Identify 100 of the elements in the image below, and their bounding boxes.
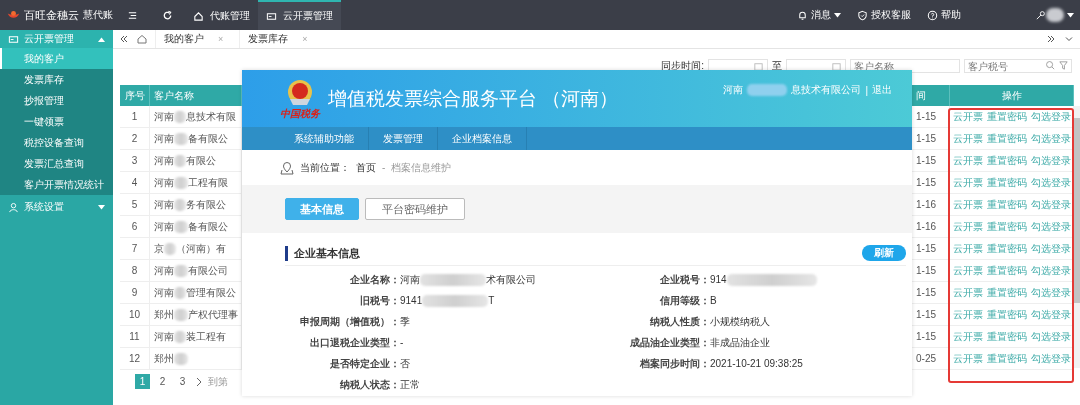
sidebar-item[interactable]: 客户开票情况统计 <box>0 174 113 195</box>
header-link[interactable]: 授权客服 <box>857 8 911 22</box>
section-title: 企业基本信息 <box>285 245 360 261</box>
avatar[interactable] <box>1046 8 1064 22</box>
calendar-icon[interactable] <box>831 60 842 72</box>
tax-number-field[interactable]: 客户税号 <box>964 59 1072 73</box>
action-link[interactable]: 重置密码 <box>986 285 1027 300</box>
page-button[interactable]: 1 <box>135 374 150 389</box>
breadcrumb-separator: - <box>382 162 386 173</box>
action-link[interactable]: 云开票 <box>952 175 983 190</box>
action-link[interactable]: 重置密码 <box>986 109 1027 124</box>
table-cell: 6 <box>120 216 150 238</box>
action-link[interactable]: 勾选登录 <box>1030 197 1071 212</box>
action-link[interactable]: 云开票 <box>952 219 983 234</box>
column-header: 操作 <box>950 85 1074 106</box>
redaction-blur <box>174 220 188 233</box>
page-tab[interactable]: 发票库存 × <box>239 30 316 48</box>
sidebar-item[interactable]: 发票汇总查询 <box>0 153 113 174</box>
home-icon[interactable] <box>137 34 147 44</box>
scrollbar[interactable] <box>1074 106 1080 368</box>
nav-item[interactable]: 企业档案信息 <box>438 127 527 150</box>
table-cell: 息技术有限 <box>186 109 236 124</box>
refresh-button[interactable] <box>162 9 173 21</box>
close-icon[interactable]: × <box>218 34 224 44</box>
action-link[interactable]: 云开票 <box>952 329 983 344</box>
action-link[interactable]: 云开票 <box>952 153 983 168</box>
field-value: 术有限公司 <box>486 272 536 287</box>
action-link[interactable]: 重置密码 <box>986 219 1027 234</box>
action-link[interactable]: 云开票 <box>952 307 983 322</box>
action-link[interactable]: 勾选登录 <box>1030 109 1071 124</box>
action-link[interactable]: 勾选登录 <box>1030 131 1071 146</box>
page-button[interactable]: 3 <box>175 374 190 389</box>
action-link[interactable]: 勾选登录 <box>1030 263 1071 278</box>
table-cell: 管理有限公 <box>186 285 236 300</box>
action-link[interactable]: 勾选登录 <box>1030 175 1071 190</box>
action-link[interactable]: 重置密码 <box>986 153 1027 168</box>
action-link[interactable]: 云开票 <box>952 131 983 146</box>
action-link[interactable]: 重置密码 <box>986 175 1027 190</box>
action-link[interactable]: 勾选登录 <box>1030 241 1071 256</box>
filter-icon[interactable] <box>1058 60 1069 71</box>
table-cell: 河南 <box>154 153 174 168</box>
action-link[interactable]: 重置密码 <box>986 241 1027 256</box>
double-left-icon[interactable] <box>119 34 129 44</box>
action-link[interactable]: 重置密码 <box>986 131 1027 146</box>
action-link[interactable]: 勾选登录 <box>1030 219 1071 234</box>
header-link[interactable]: 帮助 <box>927 8 961 22</box>
chevron-right-icon[interactable] <box>195 376 203 387</box>
page-button[interactable]: 2 <box>155 374 170 389</box>
action-link[interactable]: 重置密码 <box>986 329 1027 344</box>
search-icon[interactable] <box>1045 60 1056 71</box>
action-link[interactable]: 勾选登录 <box>1030 329 1071 344</box>
sidebar-item[interactable]: 抄报管理 <box>0 90 113 111</box>
top-nav-tab[interactable]: 云开票管理 <box>258 0 341 30</box>
action-link[interactable]: 云开票 <box>952 263 983 278</box>
field-value: 正常 <box>400 377 420 392</box>
refresh-button[interactable]: 刷新 <box>862 245 906 261</box>
sidebar-item[interactable]: 税控设备查询 <box>0 132 113 153</box>
action-link[interactable]: 云开票 <box>952 241 983 256</box>
calendar-icon[interactable] <box>753 60 764 72</box>
action-link[interactable]: 重置密码 <box>986 197 1027 212</box>
field-label: 申报周期（增值税）： <box>299 314 400 329</box>
action-link[interactable]: 勾选登录 <box>1030 285 1071 300</box>
action-link[interactable]: 云开票 <box>952 351 983 366</box>
close-icon[interactable]: × <box>302 34 308 44</box>
nav-item[interactable]: 发票管理 <box>369 127 438 150</box>
page-tab[interactable]: 我的客户 × <box>155 30 232 48</box>
top-nav-tab[interactable]: 代账管理 <box>185 0 258 30</box>
action-link[interactable]: 重置密码 <box>986 307 1027 322</box>
action-link[interactable]: 云开票 <box>952 285 983 300</box>
action-link[interactable]: 重置密码 <box>986 263 1027 278</box>
sidebar-group[interactable]: 系统设置 <box>0 195 113 219</box>
sidebar-group[interactable]: 云开票管理 <box>0 30 113 48</box>
action-link[interactable]: 勾选登录 <box>1030 307 1071 322</box>
double-right-icon[interactable] <box>1046 34 1056 44</box>
info-tab[interactable]: 平台密码维护 <box>365 198 465 220</box>
caret-icon <box>98 36 105 42</box>
action-link[interactable]: 云开票 <box>952 109 983 124</box>
breadcrumb-link[interactable]: 首页 <box>356 160 376 175</box>
column-header: 客户名称 <box>150 85 242 106</box>
chevron-down-icon[interactable] <box>1064 34 1074 44</box>
action-link[interactable]: 勾选登录 <box>1030 351 1071 366</box>
sidebar-item[interactable]: 一键领票 <box>0 111 113 132</box>
app-name: 百旺金穗云 <box>24 7 79 23</box>
redaction-blur <box>174 330 186 343</box>
header-link[interactable]: 消息 <box>797 8 841 22</box>
field-label: 旧税号： <box>359 293 400 308</box>
menu-button[interactable] <box>127 9 138 21</box>
action-link[interactable]: 勾选登录 <box>1030 153 1071 168</box>
table-cell: 11 <box>120 326 150 348</box>
column-header: 序号 <box>120 85 150 106</box>
nav-item[interactable]: 系统辅助功能 <box>280 127 369 150</box>
action-link[interactable]: 重置密码 <box>986 351 1027 366</box>
table-cell: 12 <box>120 348 150 370</box>
field-label: 档案同步时间： <box>639 356 710 371</box>
info-tab[interactable]: 基本信息 <box>285 198 359 220</box>
logout-link[interactable]: 退出 <box>872 83 892 97</box>
sidebar-item[interactable]: 我的客户 <box>0 48 113 69</box>
user-company: 息技术有限公司 <box>791 83 862 97</box>
action-link[interactable]: 云开票 <box>952 197 983 212</box>
sidebar-item[interactable]: 发票库存 <box>0 69 113 90</box>
